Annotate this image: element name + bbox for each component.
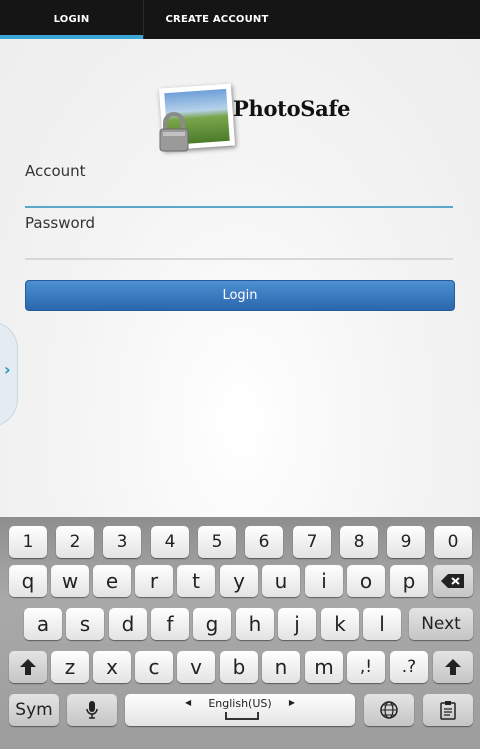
key-f[interactable]: f xyxy=(151,608,189,640)
key-g[interactable]: g xyxy=(193,608,231,640)
key-w[interactable]: w xyxy=(51,565,89,597)
key-o[interactable]: o xyxy=(347,565,385,597)
key-a[interactable]: a xyxy=(24,608,62,640)
language-key[interactable] xyxy=(364,694,414,726)
key-l[interactable]: l xyxy=(363,608,401,640)
key-u[interactable]: u xyxy=(262,565,300,597)
clipboard-key[interactable] xyxy=(423,694,473,726)
shift-icon xyxy=(20,659,36,675)
key-6[interactable]: 6 xyxy=(245,526,283,558)
key-v[interactable]: v xyxy=(177,651,215,683)
chevron-right-icon: › xyxy=(4,360,11,379)
arrow-right-icon: ▶ xyxy=(288,698,295,707)
space-language-label: English(US) xyxy=(208,697,272,710)
tab-create-account-label: CREATE ACCOUNT xyxy=(165,14,269,25)
shift-icon xyxy=(445,659,461,675)
key-8[interactable]: 8 xyxy=(340,526,378,558)
key-5[interactable]: 5 xyxy=(198,526,236,558)
key-c[interactable]: c xyxy=(135,651,173,683)
key-z[interactable]: z xyxy=(51,651,89,683)
space-key[interactable]: ◀ English(US) ▶ xyxy=(125,694,355,726)
key-2[interactable]: 2 xyxy=(56,526,94,558)
key-9[interactable]: 9 xyxy=(387,526,425,558)
shift-key-right[interactable] xyxy=(433,651,473,683)
microphone-icon xyxy=(86,701,98,719)
key-q[interactable]: q xyxy=(9,565,47,597)
side-drawer-handle[interactable]: › xyxy=(0,321,18,427)
key-3[interactable]: 3 xyxy=(103,526,141,558)
login-button[interactable]: Login xyxy=(25,280,455,311)
key-s[interactable]: s xyxy=(66,608,104,640)
logo-text: PhotoSafe xyxy=(233,96,351,121)
padlock-icon xyxy=(159,112,189,152)
key-x[interactable]: x xyxy=(93,651,131,683)
backspace-key[interactable] xyxy=(433,565,473,597)
key-j[interactable]: j xyxy=(278,608,316,640)
key-e[interactable]: e xyxy=(93,565,131,597)
key-n[interactable]: n xyxy=(262,651,300,683)
key-h[interactable]: h xyxy=(236,608,274,640)
key-t[interactable]: t xyxy=(177,565,215,597)
period-key[interactable]: .? xyxy=(390,651,428,683)
mic-key[interactable] xyxy=(67,694,117,726)
comma-key[interactable]: ,! xyxy=(347,651,385,683)
key-r[interactable]: r xyxy=(135,565,173,597)
photosafe-logo: PhotoSafe xyxy=(157,83,351,156)
account-input[interactable] xyxy=(25,177,453,207)
account-underline xyxy=(25,206,453,208)
password-underline xyxy=(25,258,453,260)
key-k[interactable]: k xyxy=(321,608,359,640)
key-p[interactable]: p xyxy=(390,565,428,597)
space-icon xyxy=(225,712,259,720)
tab-create-account[interactable]: CREATE ACCOUNT xyxy=(143,0,290,39)
key-0[interactable]: 0 xyxy=(434,526,472,558)
tab-bar: LOGIN CREATE ACCOUNT xyxy=(0,0,480,39)
password-input[interactable] xyxy=(25,229,453,259)
key-b[interactable]: b xyxy=(220,651,258,683)
tab-login-label: LOGIN xyxy=(53,14,90,25)
soft-keyboard: 1 2 3 4 5 6 7 8 9 0 q w e r t y u i o p … xyxy=(0,517,480,749)
key-4[interactable]: 4 xyxy=(151,526,189,558)
tab-login[interactable]: LOGIN xyxy=(0,0,143,39)
key-y[interactable]: y xyxy=(220,565,258,597)
next-key[interactable]: Next xyxy=(409,608,473,640)
key-m[interactable]: m xyxy=(305,651,343,683)
backspace-icon xyxy=(441,574,464,588)
key-i[interactable]: i xyxy=(305,565,343,597)
key-d[interactable]: d xyxy=(109,608,147,640)
key-1[interactable]: 1 xyxy=(9,526,47,558)
globe-icon xyxy=(380,701,398,719)
sym-key[interactable]: Sym xyxy=(9,694,59,726)
clipboard-icon xyxy=(440,701,456,720)
key-7[interactable]: 7 xyxy=(293,526,331,558)
login-panel: PhotoSafe Account Password Login › xyxy=(0,39,480,517)
shift-key-left[interactable] xyxy=(9,651,47,683)
